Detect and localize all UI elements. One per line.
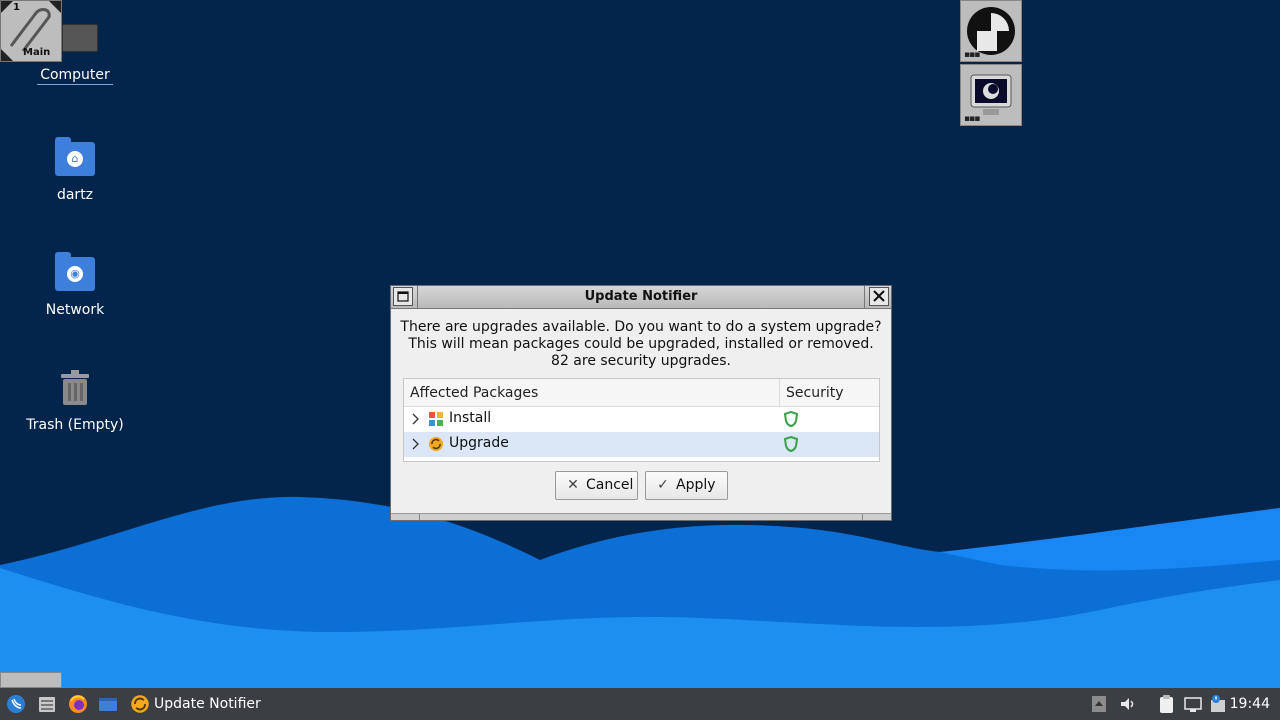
firefox-icon[interactable] — [68, 694, 88, 714]
taskbar-item-update-notifier[interactable]: Update Notifier — [128, 688, 261, 720]
minimize-button[interactable] — [393, 287, 413, 306]
dock-tile-terminal[interactable]: ▪▪▪ — [960, 64, 1022, 126]
computer-icon — [62, 24, 98, 52]
resize-handle-right[interactable] — [862, 514, 863, 520]
resize-handle-left[interactable] — [419, 514, 420, 520]
tile-dots-icon: ▪▪▪ — [964, 114, 980, 124]
install-icon — [429, 412, 443, 426]
tray-expand-icon[interactable] — [1091, 694, 1107, 714]
close-icon — [873, 290, 885, 302]
checkmark-icon: ✓ — [657, 477, 669, 493]
minimized-window-tile[interactable] — [0, 672, 62, 688]
desktop-icon-computer[interactable]: Computer — [20, 66, 130, 85]
chevron-right-icon[interactable] — [410, 438, 420, 450]
row-label: Upgrade — [449, 435, 509, 451]
clock[interactable]: 19:44 — [1230, 688, 1270, 720]
window-resize-bar[interactable] — [391, 513, 891, 520]
start-menu-icon[interactable] — [6, 694, 26, 714]
volume-icon[interactable] — [1118, 694, 1138, 714]
update-notifier-window: Update Notifier There are upgrades avail… — [390, 285, 892, 521]
close-button[interactable] — [869, 287, 889, 306]
taskbar: Update Notifier 19:44 — [0, 688, 1280, 720]
desktop-icon-home-folder[interactable]: ⌂ dartz — [20, 136, 130, 204]
column-header-security[interactable]: Security — [780, 379, 879, 407]
upgrade-icon — [429, 437, 443, 451]
network-folder-icon: ◉ — [53, 251, 97, 295]
chevron-right-icon[interactable] — [410, 413, 420, 425]
table-row-upgrade[interactable]: Upgrade — [404, 432, 879, 457]
message-line: This will mean packages could be upgrade… — [408, 336, 874, 352]
row-label: Install — [449, 410, 492, 426]
message-line: 82 are security upgrades. — [551, 353, 731, 369]
minimize-icon — [397, 291, 409, 302]
trash-icon — [53, 366, 97, 410]
cancel-button-label: Cancel — [586, 477, 634, 493]
apply-button[interactable]: ✓ Apply — [645, 471, 728, 500]
dock-tile-dock[interactable]: ▪▪▪ — [960, 0, 1022, 62]
apply-button-label: Apply — [676, 477, 716, 493]
taskbar-item-label: Update Notifier — [154, 696, 261, 712]
cancel-button[interactable]: ✕ Cancel — [555, 471, 638, 500]
window-titlebar[interactable]: Update Notifier — [391, 286, 891, 309]
shield-icon — [784, 411, 798, 427]
show-desktop-icon[interactable] — [98, 694, 118, 714]
workspace-name: Main — [23, 47, 51, 58]
shield-icon — [784, 436, 798, 452]
home-folder-icon: ⌂ — [53, 136, 97, 180]
upgrade-icon — [131, 695, 149, 713]
column-header-packages[interactable]: Affected Packages — [404, 379, 780, 407]
file-manager-icon[interactable] — [37, 694, 57, 714]
desktop-icon-label: Computer — [37, 66, 113, 85]
update-notification-icon[interactable] — [1208, 694, 1228, 714]
dialog-message: There are upgrades available. Do you wan… — [391, 319, 891, 370]
message-line: There are upgrades available. Do you wan… — [400, 319, 882, 335]
desktop-icon-label: Network — [45, 302, 105, 318]
tile-dots-icon: ▪▪▪ — [964, 50, 980, 60]
clipboard-icon[interactable] — [1156, 694, 1176, 714]
packages-table: Affected Packages Security Install Upgra… — [403, 378, 880, 462]
table-row-install[interactable]: Install — [404, 407, 879, 432]
window-title: Update Notifier — [417, 286, 865, 308]
workspace-clip[interactable]: 1 Main — [0, 0, 62, 62]
network-icon[interactable] — [1183, 694, 1203, 714]
close-icon: ✕ — [567, 477, 579, 493]
desktop-icon-trash[interactable]: Trash (Empty) — [20, 366, 130, 434]
desktop-icon-label: dartz — [56, 187, 94, 203]
desktop-icon-network[interactable]: ◉ Network — [20, 251, 130, 319]
desktop-icon-label: Trash (Empty) — [26, 417, 124, 433]
